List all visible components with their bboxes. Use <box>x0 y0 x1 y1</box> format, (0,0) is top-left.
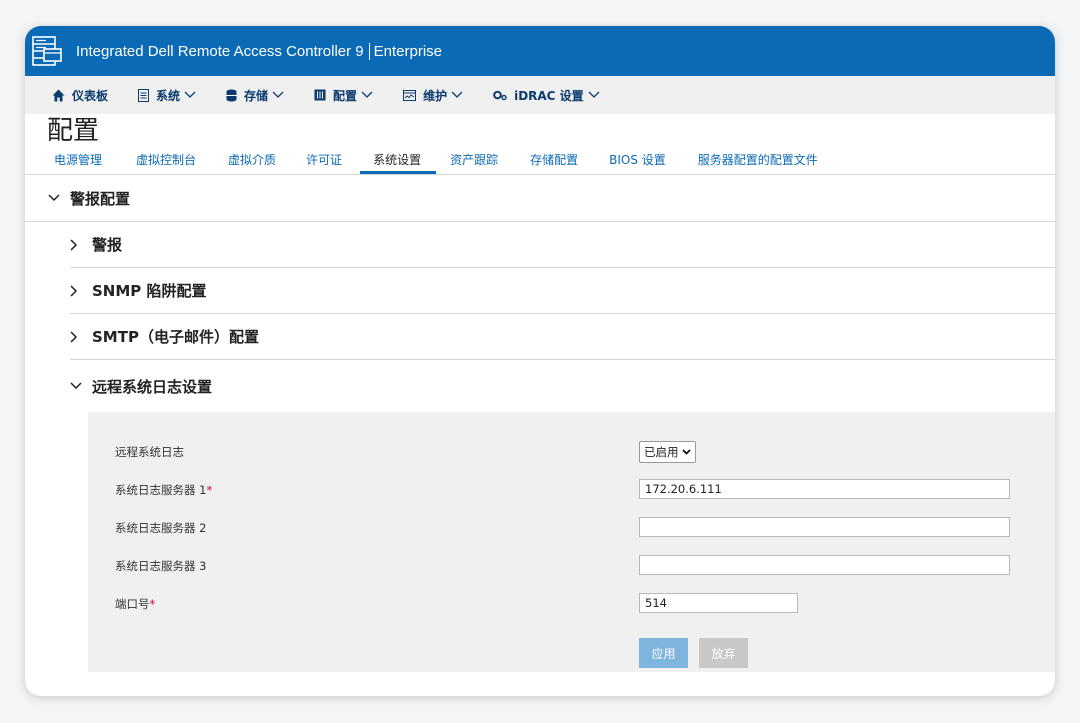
syslog-server-1-input[interactable] <box>639 479 1010 499</box>
idrac-logo-icon <box>32 36 62 66</box>
remote-syslog-label-text: 远程系统日志 <box>115 445 184 459</box>
port-label-text: 端口号 <box>115 597 150 611</box>
idrac-window: Integrated Dell Remote Access Controller… <box>25 26 1055 696</box>
syslog-server-2-label-text: 系统日志服务器 2 <box>115 521 207 535</box>
nav-dashboard-label: 仪表板 <box>72 88 109 103</box>
chevron-down-icon <box>681 449 691 455</box>
syslog-server-3-label-text: 系统日志服务器 3 <box>115 559 207 573</box>
remote-syslog-select[interactable]: 已启用 <box>639 441 696 463</box>
storage-icon <box>226 89 237 102</box>
tab-inventory[interactable]: 资产跟踪 <box>450 151 498 174</box>
smtp-email-header[interactable]: SMTP（电子邮件）配置 <box>70 314 1055 360</box>
chevron-down-icon <box>588 91 600 99</box>
alerts-title: 警报 <box>92 236 123 254</box>
remote-syslog-title: 远程系统日志设置 <box>92 377 213 396</box>
main-nav: 仪表板 系统 存储 配置 维护 iDRAC 设置 <box>25 76 1055 114</box>
nav-system[interactable]: 系统 <box>138 87 196 104</box>
tab-system-settings[interactable]: 系统设置 <box>360 151 437 174</box>
app-edition: Enterprise <box>373 42 443 60</box>
chevron-down-icon <box>361 91 373 99</box>
config-icon <box>314 89 326 101</box>
chevron-right-icon <box>70 238 92 251</box>
chevron-down-icon <box>451 91 463 99</box>
required-marker: * <box>149 597 156 611</box>
tab-virtual-media[interactable]: 虚拟介质 <box>228 151 276 174</box>
nav-storage-label: 存储 <box>244 88 269 103</box>
snmp-trap-header[interactable]: SNMP 陷阱配置 <box>70 268 1055 314</box>
alert-config-title: 警报配置 <box>70 189 131 208</box>
nav-configuration[interactable]: 配置 <box>314 87 373 104</box>
config-tabs: 电源管理 虚拟控制台 虚拟介质 许可证 系统设置 资产跟踪 存储配置 BIOS … <box>25 148 1055 175</box>
remote-syslog-panel: 远程系统日志 已启用 系统日志服务器 1 * 系统日志服务器 2 系统日志服务器… <box>88 412 1055 672</box>
chevron-down-icon <box>184 91 196 99</box>
home-icon <box>52 89 65 102</box>
nav-configuration-label: 配置 <box>333 88 358 103</box>
chevron-down-icon <box>272 91 284 99</box>
remote-syslog-select-value: 已启用 <box>644 445 679 459</box>
nav-idrac-settings-label: iDRAC 设置 <box>514 88 584 103</box>
port-input[interactable] <box>639 593 798 613</box>
apply-button[interactable]: 应用 <box>639 638 688 668</box>
nav-dashboard[interactable]: 仪表板 <box>52 87 108 104</box>
tab-power-management[interactable]: 电源管理 <box>54 151 102 174</box>
nav-storage[interactable]: 存储 <box>226 87 284 104</box>
chevron-down-icon <box>48 194 70 202</box>
required-marker: * <box>206 483 213 497</box>
discard-button[interactable]: 放弃 <box>699 638 748 668</box>
tab-storage-config[interactable]: 存储配置 <box>530 151 578 174</box>
title-separator <box>368 42 370 60</box>
tab-server-config-profile[interactable]: 服务器配置的配置文件 <box>698 151 818 174</box>
idrac-settings-icon <box>493 90 507 101</box>
system-icon <box>138 88 150 102</box>
syslog-server-2-label: 系统日志服务器 2 <box>115 520 206 536</box>
syslog-server-3-label: 系统日志服务器 3 <box>115 558 206 574</box>
maintenance-icon <box>403 89 417 101</box>
nav-maintenance-label: 维护 <box>423 88 448 103</box>
title-bar: Integrated Dell Remote Access Controller… <box>25 26 1055 76</box>
chevron-right-icon <box>70 284 92 297</box>
chevron-right-icon <box>70 330 92 343</box>
port-label: 端口号 * <box>115 596 155 612</box>
smtp-email-title: SMTP（电子邮件）配置 <box>92 328 259 346</box>
remote-syslog-header[interactable]: 远程系统日志设置 <box>70 360 1055 412</box>
syslog-server-2-input[interactable] <box>639 517 1010 537</box>
page-title: 配置 <box>47 116 100 146</box>
chevron-down-icon <box>70 382 92 390</box>
nav-maintenance[interactable]: 维护 <box>403 87 463 104</box>
alerts-header[interactable]: 警报 <box>70 222 1055 268</box>
snmp-trap-title: SNMP 陷阱配置 <box>92 282 207 300</box>
syslog-server-1-label-text: 系统日志服务器 1 <box>115 483 207 497</box>
nav-system-label: 系统 <box>156 88 181 103</box>
app-title: Integrated Dell Remote Access Controller… <box>76 42 364 60</box>
nav-idrac-settings[interactable]: iDRAC 设置 <box>493 87 600 104</box>
alert-config-header[interactable]: 警报配置 <box>25 175 1055 222</box>
tab-bios-settings[interactable]: BIOS 设置 <box>609 151 666 174</box>
tab-licenses[interactable]: 许可证 <box>306 151 342 174</box>
tab-virtual-console[interactable]: 虚拟控制台 <box>136 151 196 174</box>
syslog-server-1-label: 系统日志服务器 1 * <box>115 482 212 498</box>
remote-syslog-label: 远程系统日志 <box>115 444 184 460</box>
tab-system-settings-label: 系统设置 <box>373 153 422 167</box>
syslog-server-3-input[interactable] <box>639 555 1010 575</box>
